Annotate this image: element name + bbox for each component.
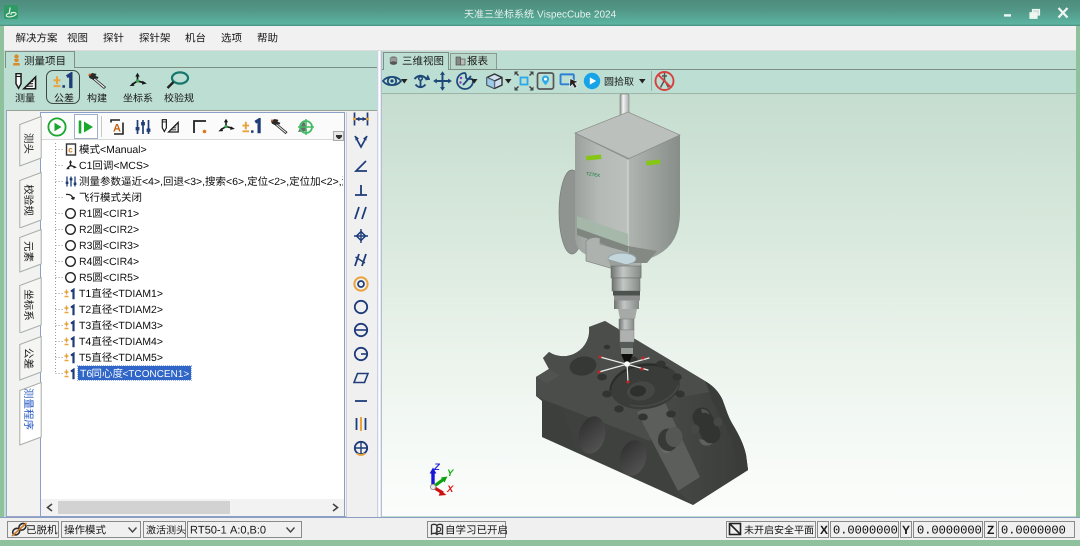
svg-text:Z: Z [433, 462, 441, 473]
svg-text:Y: Y [447, 468, 455, 479]
svg-text:A: A [113, 123, 121, 135]
svg-text:X: X [446, 484, 454, 495]
